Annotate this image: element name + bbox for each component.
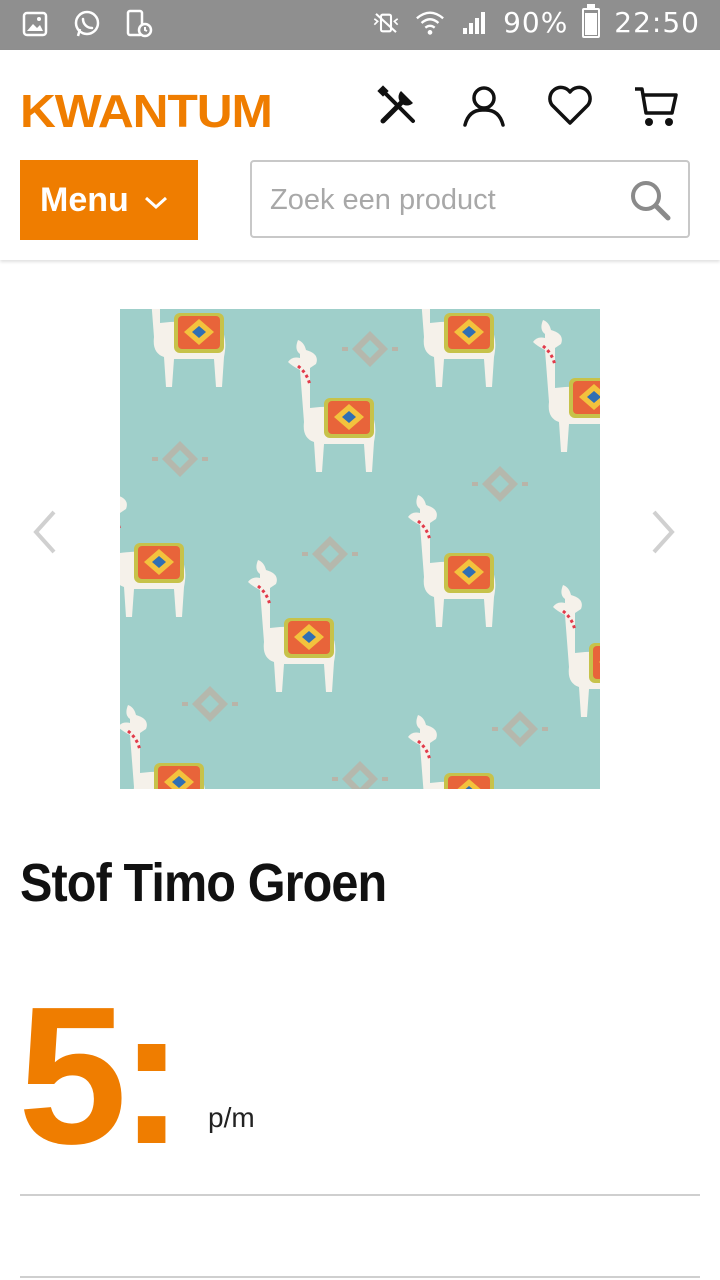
gallery-icon <box>20 9 50 39</box>
llama-fabric-pattern-image[interactable] <box>120 309 600 789</box>
screen-timer-icon <box>124 9 154 39</box>
battery-icon <box>582 3 601 38</box>
tools-icon[interactable] <box>374 82 422 130</box>
search-box <box>250 160 690 238</box>
menu-button[interactable]: Menu <box>20 160 198 240</box>
whatsapp-icon <box>72 9 102 39</box>
kwantum-logo[interactable]: KWANTUM <box>20 84 273 138</box>
battery-percentage: 90% <box>503 6 569 39</box>
status-bar: 90% 22:50 <box>0 0 720 50</box>
product-price: 5: <box>18 966 184 1185</box>
search-input[interactable] <box>270 178 620 222</box>
divider <box>20 1276 700 1278</box>
account-icon[interactable] <box>460 82 508 130</box>
signal-icon <box>459 8 489 38</box>
site-header: KWANTUM Menu <box>0 50 720 260</box>
status-bar-left-icons <box>20 9 154 39</box>
divider <box>20 1194 700 1196</box>
search-icon[interactable] <box>628 178 672 222</box>
previous-image-arrow-icon[interactable] <box>26 508 66 556</box>
price-unit: p/m <box>208 1102 255 1133</box>
wifi-icon <box>415 8 445 38</box>
menu-button-label: Menu <box>40 180 129 219</box>
status-bar-right: 90% 22:50 <box>371 3 700 39</box>
clock: 22:50 <box>614 6 700 39</box>
next-image-arrow-icon[interactable] <box>642 508 682 556</box>
vibrate-mute-icon <box>371 8 401 38</box>
wishlist-heart-icon[interactable] <box>546 82 594 130</box>
header-icons <box>374 82 680 130</box>
cart-icon[interactable] <box>632 82 680 130</box>
chevron-down-icon <box>143 181 169 220</box>
battery-level <box>585 12 598 35</box>
product-title: Stof Timo Groen <box>20 853 387 913</box>
